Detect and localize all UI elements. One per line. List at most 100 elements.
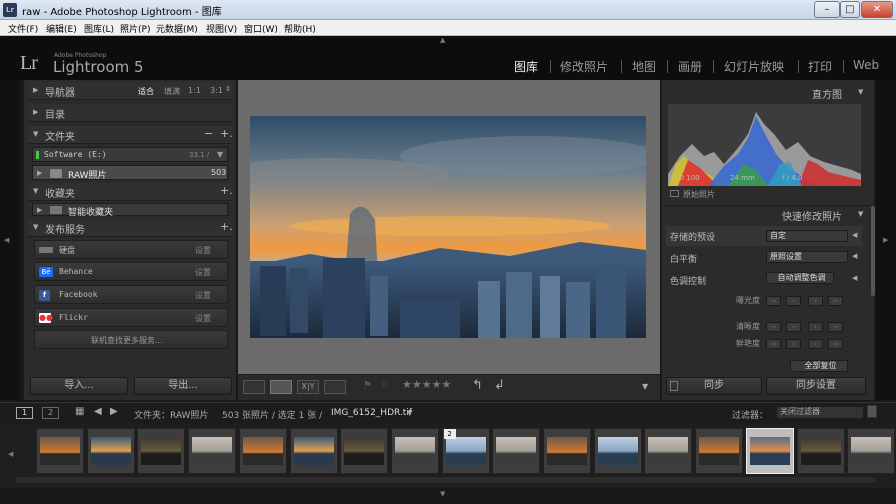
collapse-icon[interactable]: ▼ [858,210,863,218]
filmstrip-thumbnail[interactable] [390,428,439,474]
catalog-header[interactable]: ▶ 目录 [28,104,232,122]
navigator-header[interactable]: ▶ 导航器 适合 填满 1:1 3:1 ⇕ [28,82,232,100]
menu-metadata[interactable]: 元数据(M) [156,22,198,35]
reject-flag-icon[interactable]: ⚐ [380,380,389,391]
filmstrip-thumbnail[interactable] [137,428,186,474]
add-service-icon[interactable]: +. [220,220,233,233]
module-library[interactable]: 图库 [514,58,538,75]
forward-arrow-icon[interactable]: ▶ [110,406,118,417]
filmstrip-thumbnail[interactable] [492,428,541,474]
rotate-left-icon[interactable]: ↰ [472,378,483,393]
publish-setting[interactable]: 设置 [195,313,211,324]
reset-all-button[interactable]: 全部复位 [790,360,848,372]
exposure-down[interactable]: ‹ [786,296,801,306]
star-rating[interactable]: ★★★★★ [402,378,451,391]
filmstrip-scrollbar[interactable] [16,477,876,483]
flag-icon[interactable]: ⚑ [363,380,372,391]
filmstrip-thumbnail[interactable] [847,428,896,474]
volume-row[interactable]: Software (E:) 33.1 / ▼ [32,147,228,162]
selected-filename[interactable]: IMG_6152_HDR.tif [331,408,412,418]
expand-icon[interactable]: ◀ [852,274,857,282]
module-web[interactable]: Web [853,58,879,72]
collections-header[interactable]: ▼ 收藏夹 +. [28,183,233,201]
exposure-down-large[interactable]: ‹‹ [766,296,781,306]
menu-library[interactable]: 图库(L) [84,22,114,35]
module-develop[interactable]: 修改照片 [560,58,608,75]
grid-view-icon[interactable] [243,380,265,394]
sync-button[interactable]: 同步 [666,377,762,395]
maximize-button[interactable]: □ [840,1,860,18]
saved-preset-dropdown[interactable]: 自定 [766,230,848,242]
publish-setting[interactable]: 设置 [195,267,211,278]
compare-view-icon[interactable]: X|Y [297,380,319,394]
folder-row-raw[interactable]: ▶ RAW照片 503 [32,165,228,181]
vibrance-up[interactable]: › [808,339,823,349]
expand-icon[interactable]: ◀ [852,231,857,239]
filmstrip-thumbnail[interactable] [36,428,84,474]
vibrance-up-large[interactable]: ›› [828,339,843,349]
zoom-fill[interactable]: 填满 [164,86,180,97]
publish-setting[interactable]: 设置 [195,245,211,256]
exposure-up-large[interactable]: ›› [828,296,843,306]
collapse-right-icon[interactable]: ▶ [883,236,888,244]
menu-edit[interactable]: 编辑(E) [46,22,77,35]
publish-hard-drive[interactable]: 硬盘 设置 [34,240,228,259]
filmstrip-left-icon[interactable]: ◀ [8,450,13,458]
filmstrip-source[interactable]: 文件夹：RAW照片 [134,408,208,421]
zoom-stepper-icon[interactable]: ⇕ [225,85,231,93]
grid-icon[interactable]: ▦ [75,406,84,417]
import-button[interactable]: 导入... [30,377,128,395]
collapse-left-icon[interactable]: ◀ [4,236,9,244]
clarity-down[interactable]: ‹ [786,322,801,332]
white-balance-dropdown[interactable]: 原照设置 [766,251,848,263]
menu-view[interactable]: 视图(V) [206,22,237,35]
filmstrip-thumbnail[interactable] [593,428,642,474]
filmstrip-thumbnail[interactable] [543,428,591,474]
module-book[interactable]: 画册 [678,58,702,75]
toolbar-menu-icon[interactable]: ▼ [642,382,648,391]
close-button[interactable]: ✕ [861,1,893,18]
back-arrow-icon[interactable]: ◀ [94,406,102,417]
minimize-button[interactable]: – [814,1,840,18]
filmstrip-thumbnail[interactable] [86,428,135,474]
publish-header[interactable]: ▼ 发布服务 +. [28,219,233,237]
filmstrip-thumbnail[interactable] [238,428,287,474]
sync-settings-button[interactable]: 同步设置 [766,377,866,395]
vibrance-down-large[interactable]: ‹‹ [766,339,781,349]
right-panel-scrollbar[interactable] [871,206,875,296]
filmstrip-thumbnail[interactable] [745,428,794,474]
clarity-up-large[interactable]: ›› [828,322,843,332]
loupe-view-icon[interactable] [270,380,292,394]
export-button[interactable]: 导出... [134,377,232,395]
rotate-right-icon[interactable]: ↲ [494,378,505,393]
remove-folder-icon[interactable]: − [204,127,213,140]
clarity-down-large[interactable]: ‹‹ [766,322,781,332]
publish-facebook[interactable]: f Facebook 设置 [34,285,228,304]
smart-collection-row[interactable]: ▶ 智能收藏夹 [32,203,228,218]
main-photo[interactable] [250,116,646,338]
module-map[interactable]: 地图 [632,58,656,75]
second-window-button[interactable]: 2 [42,407,59,419]
menu-photo[interactable]: 照片(P) [120,22,150,35]
sync-toggle-icon[interactable] [670,381,678,391]
module-print[interactable]: 打印 [808,58,832,75]
filmstrip-thumbnail[interactable] [188,428,237,474]
survey-view-icon[interactable] [324,380,346,394]
add-folder-icon[interactable]: +. [220,127,233,140]
filter-lock-icon[interactable] [867,405,877,418]
publish-behance[interactable]: Bē Behance 设置 [34,262,228,281]
original-checkbox[interactable] [670,190,679,197]
menu-help[interactable]: 帮助(H) [284,22,316,35]
filmstrip-thumbnail[interactable] [340,428,389,474]
filmstrip-thumbnail[interactable]: 2 [441,428,490,474]
publish-flickr[interactable]: ●● Flickr 设置 [34,308,228,327]
filmstrip-thumbnail[interactable] [796,428,845,474]
filmstrip-thumbnail[interactable] [289,428,338,474]
filmstrip-thumbnail[interactable] [695,428,744,474]
filter-dropdown[interactable]: 关闭过滤器 [776,406,864,419]
publish-setting[interactable]: 设置 [195,290,211,301]
menu-file[interactable]: 文件(F) [8,22,38,35]
folders-header[interactable]: ▼ 文件夹 − +. [28,126,233,144]
zoom-1-1[interactable]: 1:1 [188,86,201,95]
volume-dropdown-icon[interactable]: ▼ [217,150,223,159]
